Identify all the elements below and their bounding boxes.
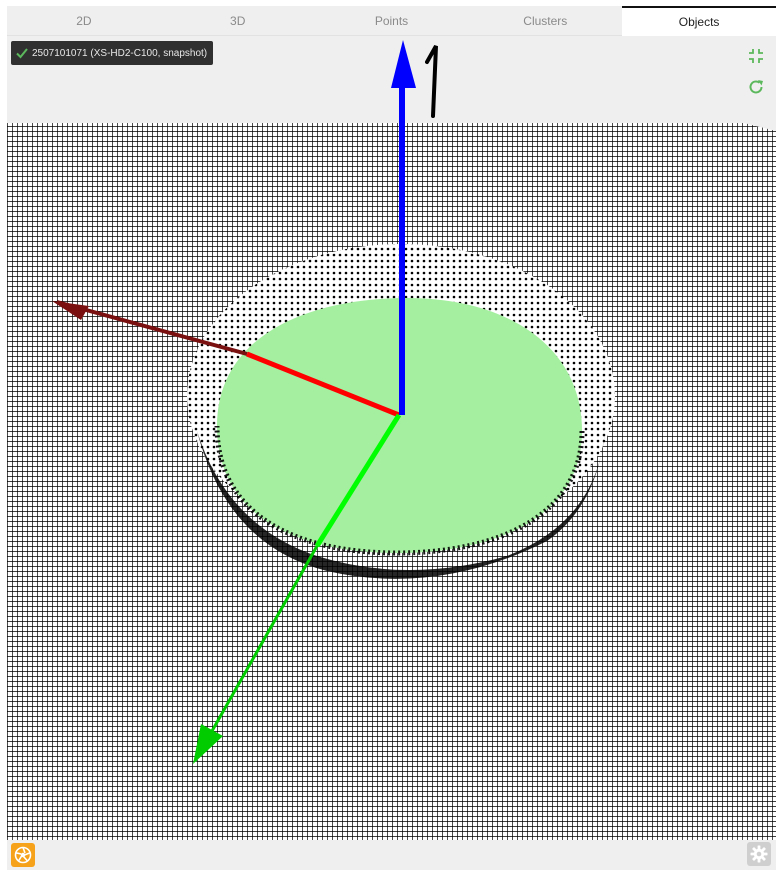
settings-button[interactable] bbox=[747, 842, 771, 866]
z-axis-marker-glyph bbox=[425, 45, 438, 118]
point-cloud-scene[interactable] bbox=[7, 36, 776, 846]
tab-2d[interactable]: 2D bbox=[7, 6, 161, 36]
device-label-text: 2507101071 (XS-HD2-C100, snapshot) bbox=[32, 47, 208, 59]
3d-viewport[interactable]: 2507101071 (XS-HD2-C100, snapshot) bbox=[7, 36, 776, 846]
device-status-badge: 2507101071 (XS-HD2-C100, snapshot) bbox=[11, 41, 214, 65]
app-window: 2D 3D Points Clusters Objects 2507101071… bbox=[7, 6, 776, 870]
bottom-bar bbox=[7, 840, 776, 870]
logo-button[interactable] bbox=[11, 843, 35, 867]
z-axis-arrowhead bbox=[391, 40, 416, 88]
tab-objects[interactable]: Objects bbox=[622, 6, 776, 36]
collapse-icon[interactable] bbox=[748, 48, 764, 64]
refresh-icon[interactable] bbox=[748, 79, 764, 95]
check-icon bbox=[16, 48, 28, 59]
aperture-logo-icon bbox=[14, 846, 32, 864]
tab-3d[interactable]: 3D bbox=[160, 6, 315, 36]
tab-points[interactable]: Points bbox=[314, 6, 469, 36]
tab-clusters[interactable]: Clusters bbox=[468, 6, 623, 36]
gear-icon bbox=[750, 845, 768, 863]
view-tabs: 2D 3D Points Clusters Objects bbox=[7, 6, 776, 36]
